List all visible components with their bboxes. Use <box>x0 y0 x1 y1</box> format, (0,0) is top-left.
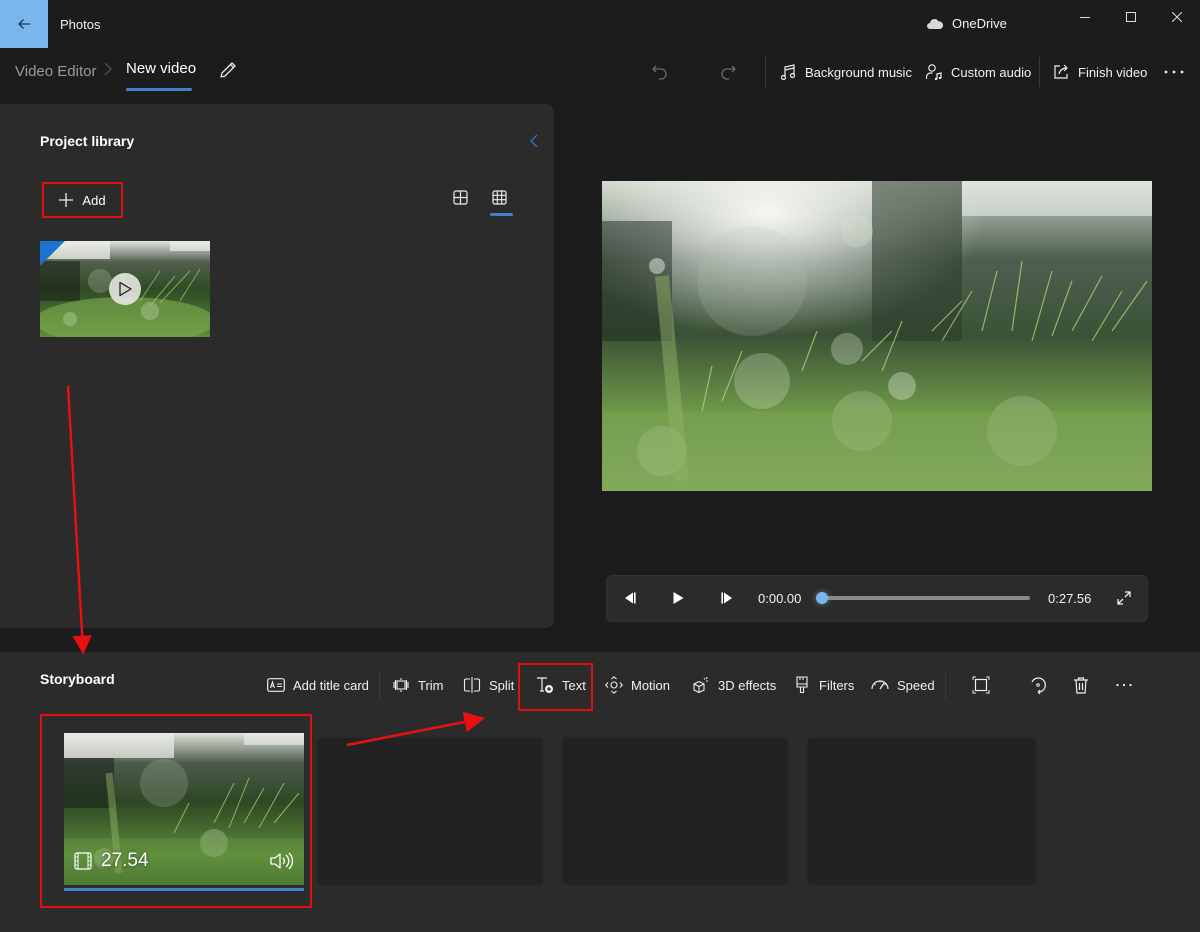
grid-3x3-icon <box>492 190 510 206</box>
chevron-left-icon <box>526 132 542 150</box>
trim-label: Trim <box>418 677 444 693</box>
active-view-indicator <box>490 213 513 216</box>
rotate-button[interactable] <box>1029 671 1047 699</box>
redo-icon <box>719 63 737 81</box>
large-grid-view-button[interactable] <box>453 190 471 208</box>
3d-effects-label: 3D effects <box>718 677 777 693</box>
plus-icon <box>59 193 74 207</box>
play-icon <box>671 591 685 605</box>
minimize-icon <box>1080 12 1090 22</box>
minimize-button[interactable] <box>1062 0 1108 34</box>
music-note-icon <box>779 63 797 81</box>
previous-frame-button[interactable] <box>620 588 640 608</box>
add-title-card-label: Add title card <box>293 677 369 693</box>
add-label: Add <box>82 192 106 208</box>
storyboard-more-button[interactable] <box>1115 671 1133 699</box>
app-title: Photos <box>60 17 101 32</box>
total-time: 0:27.56 <box>1048 591 1092 606</box>
motion-icon <box>605 676 623 694</box>
motion-button[interactable]: Motion <box>605 671 670 699</box>
onedrive-label: OneDrive <box>952 16 1007 31</box>
play-icon <box>118 281 132 297</box>
trash-icon <box>1072 676 1090 694</box>
arrow-left-icon <box>16 16 32 32</box>
trim-button[interactable]: Trim <box>392 671 444 699</box>
close-button[interactable] <box>1154 0 1200 34</box>
3d-effects-button[interactable]: 3D effects <box>692 671 776 699</box>
cloud-icon <box>926 18 944 30</box>
collapse-library-button[interactable] <box>526 132 542 150</box>
video-preview[interactable] <box>602 181 1152 491</box>
redo-button[interactable] <box>719 57 737 87</box>
empty-storyboard-slot <box>318 738 542 883</box>
split-icon <box>463 676 481 694</box>
step-forward-icon <box>720 591 734 605</box>
undo-icon <box>651 63 669 81</box>
fullscreen-button[interactable] <box>1114 588 1134 608</box>
speed-icon <box>871 676 889 694</box>
play-button[interactable] <box>668 588 688 608</box>
breadcrumb-video-editor[interactable]: Video Editor <box>15 63 96 80</box>
pencil-icon <box>218 60 240 80</box>
split-label: Split <box>489 677 515 693</box>
background-music-button[interactable]: Background music <box>779 57 912 87</box>
divider <box>379 672 380 700</box>
seek-thumb[interactable] <box>816 592 828 604</box>
small-grid-view-button[interactable] <box>492 190 510 208</box>
custom-audio-button[interactable]: Custom audio <box>925 57 1031 87</box>
storyboard-title: Storyboard <box>40 671 115 687</box>
maximize-button[interactable] <box>1108 0 1154 34</box>
project-title: New video <box>126 60 197 77</box>
seek-bar[interactable] <box>822 596 1030 600</box>
resize-icon <box>972 676 990 694</box>
onedrive-button[interactable]: OneDrive <box>926 16 1007 31</box>
background-music-label: Background music <box>805 64 912 80</box>
more-icon <box>1115 676 1133 694</box>
empty-storyboard-slot <box>563 738 787 883</box>
empty-storyboard-slot <box>808 738 1035 883</box>
add-title-card-button[interactable]: Add title card <box>267 671 369 699</box>
custom-audio-label: Custom audio <box>951 64 1032 80</box>
share-export-icon <box>1052 63 1070 81</box>
next-frame-button[interactable] <box>717 588 737 608</box>
grid-2x2-icon <box>453 190 471 206</box>
speed-label: Speed <box>897 677 935 693</box>
rename-button[interactable] <box>218 60 240 82</box>
finish-video-button[interactable]: Finish video <box>1052 57 1147 87</box>
step-back-icon <box>623 591 637 605</box>
divider <box>765 57 766 87</box>
current-time: 0:00.00 <box>758 591 802 606</box>
divider <box>945 672 946 700</box>
trim-icon <box>392 676 410 694</box>
rotate-icon <box>1029 676 1047 694</box>
delete-button[interactable] <box>1072 671 1090 699</box>
undo-button[interactable] <box>651 57 669 87</box>
add-button[interactable]: Add <box>42 182 123 218</box>
title-card-icon <box>267 676 285 694</box>
active-indicator <box>126 88 192 91</box>
chevron-right-icon <box>104 62 112 76</box>
split-button[interactable]: Split <box>463 671 514 699</box>
person-audio-icon <box>925 63 943 81</box>
more-icon <box>1163 69 1185 75</box>
grass-preview-image <box>602 181 1152 491</box>
clip-highlight <box>40 714 312 908</box>
expand-icon <box>1116 590 1132 606</box>
resize-button[interactable] <box>972 671 990 699</box>
more-options-button[interactable] <box>1163 57 1185 87</box>
play-media-button[interactable] <box>109 273 141 305</box>
finish-video-label: Finish video <box>1078 64 1148 80</box>
close-icon <box>1172 12 1182 22</box>
motion-label: Motion <box>631 677 671 693</box>
back-button[interactable] <box>0 0 48 48</box>
maximize-icon <box>1126 12 1136 22</box>
filters-icon <box>793 676 811 694</box>
filters-label: Filters <box>819 677 855 693</box>
text-tool-highlight <box>518 663 593 711</box>
divider <box>1039 57 1040 87</box>
speed-button[interactable]: Speed <box>871 671 935 699</box>
filters-button[interactable]: Filters <box>793 671 854 699</box>
3d-effects-icon <box>692 676 710 694</box>
project-library-title: Project library <box>40 133 135 149</box>
